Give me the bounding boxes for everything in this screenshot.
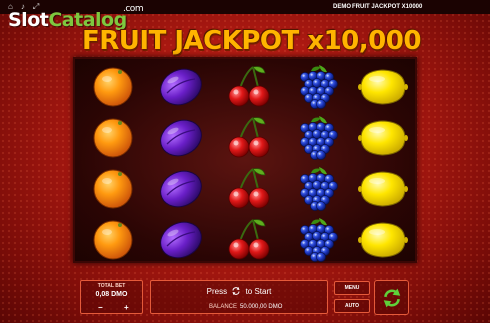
reel-3 [215, 59, 283, 265]
press-label: Press [206, 287, 228, 296]
logo-suffix: .com [123, 4, 144, 14]
status-panel: Press to Start BALANCE 50.000,00 DMO [150, 280, 328, 314]
lemon-symbol-icon [357, 216, 409, 267]
demo-label: DEMO [333, 4, 351, 10]
cherry-symbol-icon [223, 63, 275, 114]
cherry-symbol-icon [223, 216, 275, 267]
total-bet-label: TOTAL BET [97, 283, 126, 289]
spin-button[interactable] [374, 280, 409, 315]
auto-button[interactable]: AUTO [334, 299, 370, 313]
spin-mini-icon [232, 287, 240, 295]
reel-2 [147, 59, 215, 265]
reel-4 [283, 59, 351, 265]
plum-symbol-icon [155, 216, 207, 267]
game-title: FRUIT JACKPOT x10,000 [82, 26, 421, 56]
lemon-symbol-icon [357, 165, 409, 216]
lemon-symbol-icon [357, 114, 409, 165]
bet-increase-button[interactable]: + [124, 303, 129, 312]
grapes-symbol-icon [291, 165, 343, 216]
grapes-symbol-icon [291, 63, 343, 114]
reel-area [73, 57, 417, 263]
cherry-symbol-icon [223, 165, 275, 216]
orange-symbol-icon [87, 63, 139, 114]
total-bet-panel: TOTAL BET 0,08 DMO − + [80, 280, 143, 314]
balance-label: BALANCE [209, 304, 238, 310]
cherry-symbol-icon [223, 114, 275, 165]
lemon-symbol-icon [357, 63, 409, 114]
reel-5 [349, 59, 417, 265]
logo-part-slot: Slot [8, 9, 49, 31]
menu-button[interactable]: MENU [334, 281, 370, 295]
orange-symbol-icon [87, 165, 139, 216]
bet-decrease-button[interactable]: − [98, 303, 103, 312]
game-name: FRUIT JACKPOT X10000 [352, 4, 423, 10]
plum-symbol-icon [155, 114, 207, 165]
total-bet-value: 0,08 DMO [95, 291, 128, 298]
to-start-label: to Start [245, 287, 272, 296]
orange-symbol-icon [87, 216, 139, 267]
grapes-symbol-icon [291, 114, 343, 165]
spin-icon [383, 288, 400, 307]
orange-symbol-icon [87, 114, 139, 165]
plum-symbol-icon [155, 63, 207, 114]
balance-value: 50.000,00 DMO [240, 304, 283, 310]
plum-symbol-icon [155, 165, 207, 216]
grapes-symbol-icon [291, 216, 343, 267]
reel-1 [79, 59, 147, 265]
